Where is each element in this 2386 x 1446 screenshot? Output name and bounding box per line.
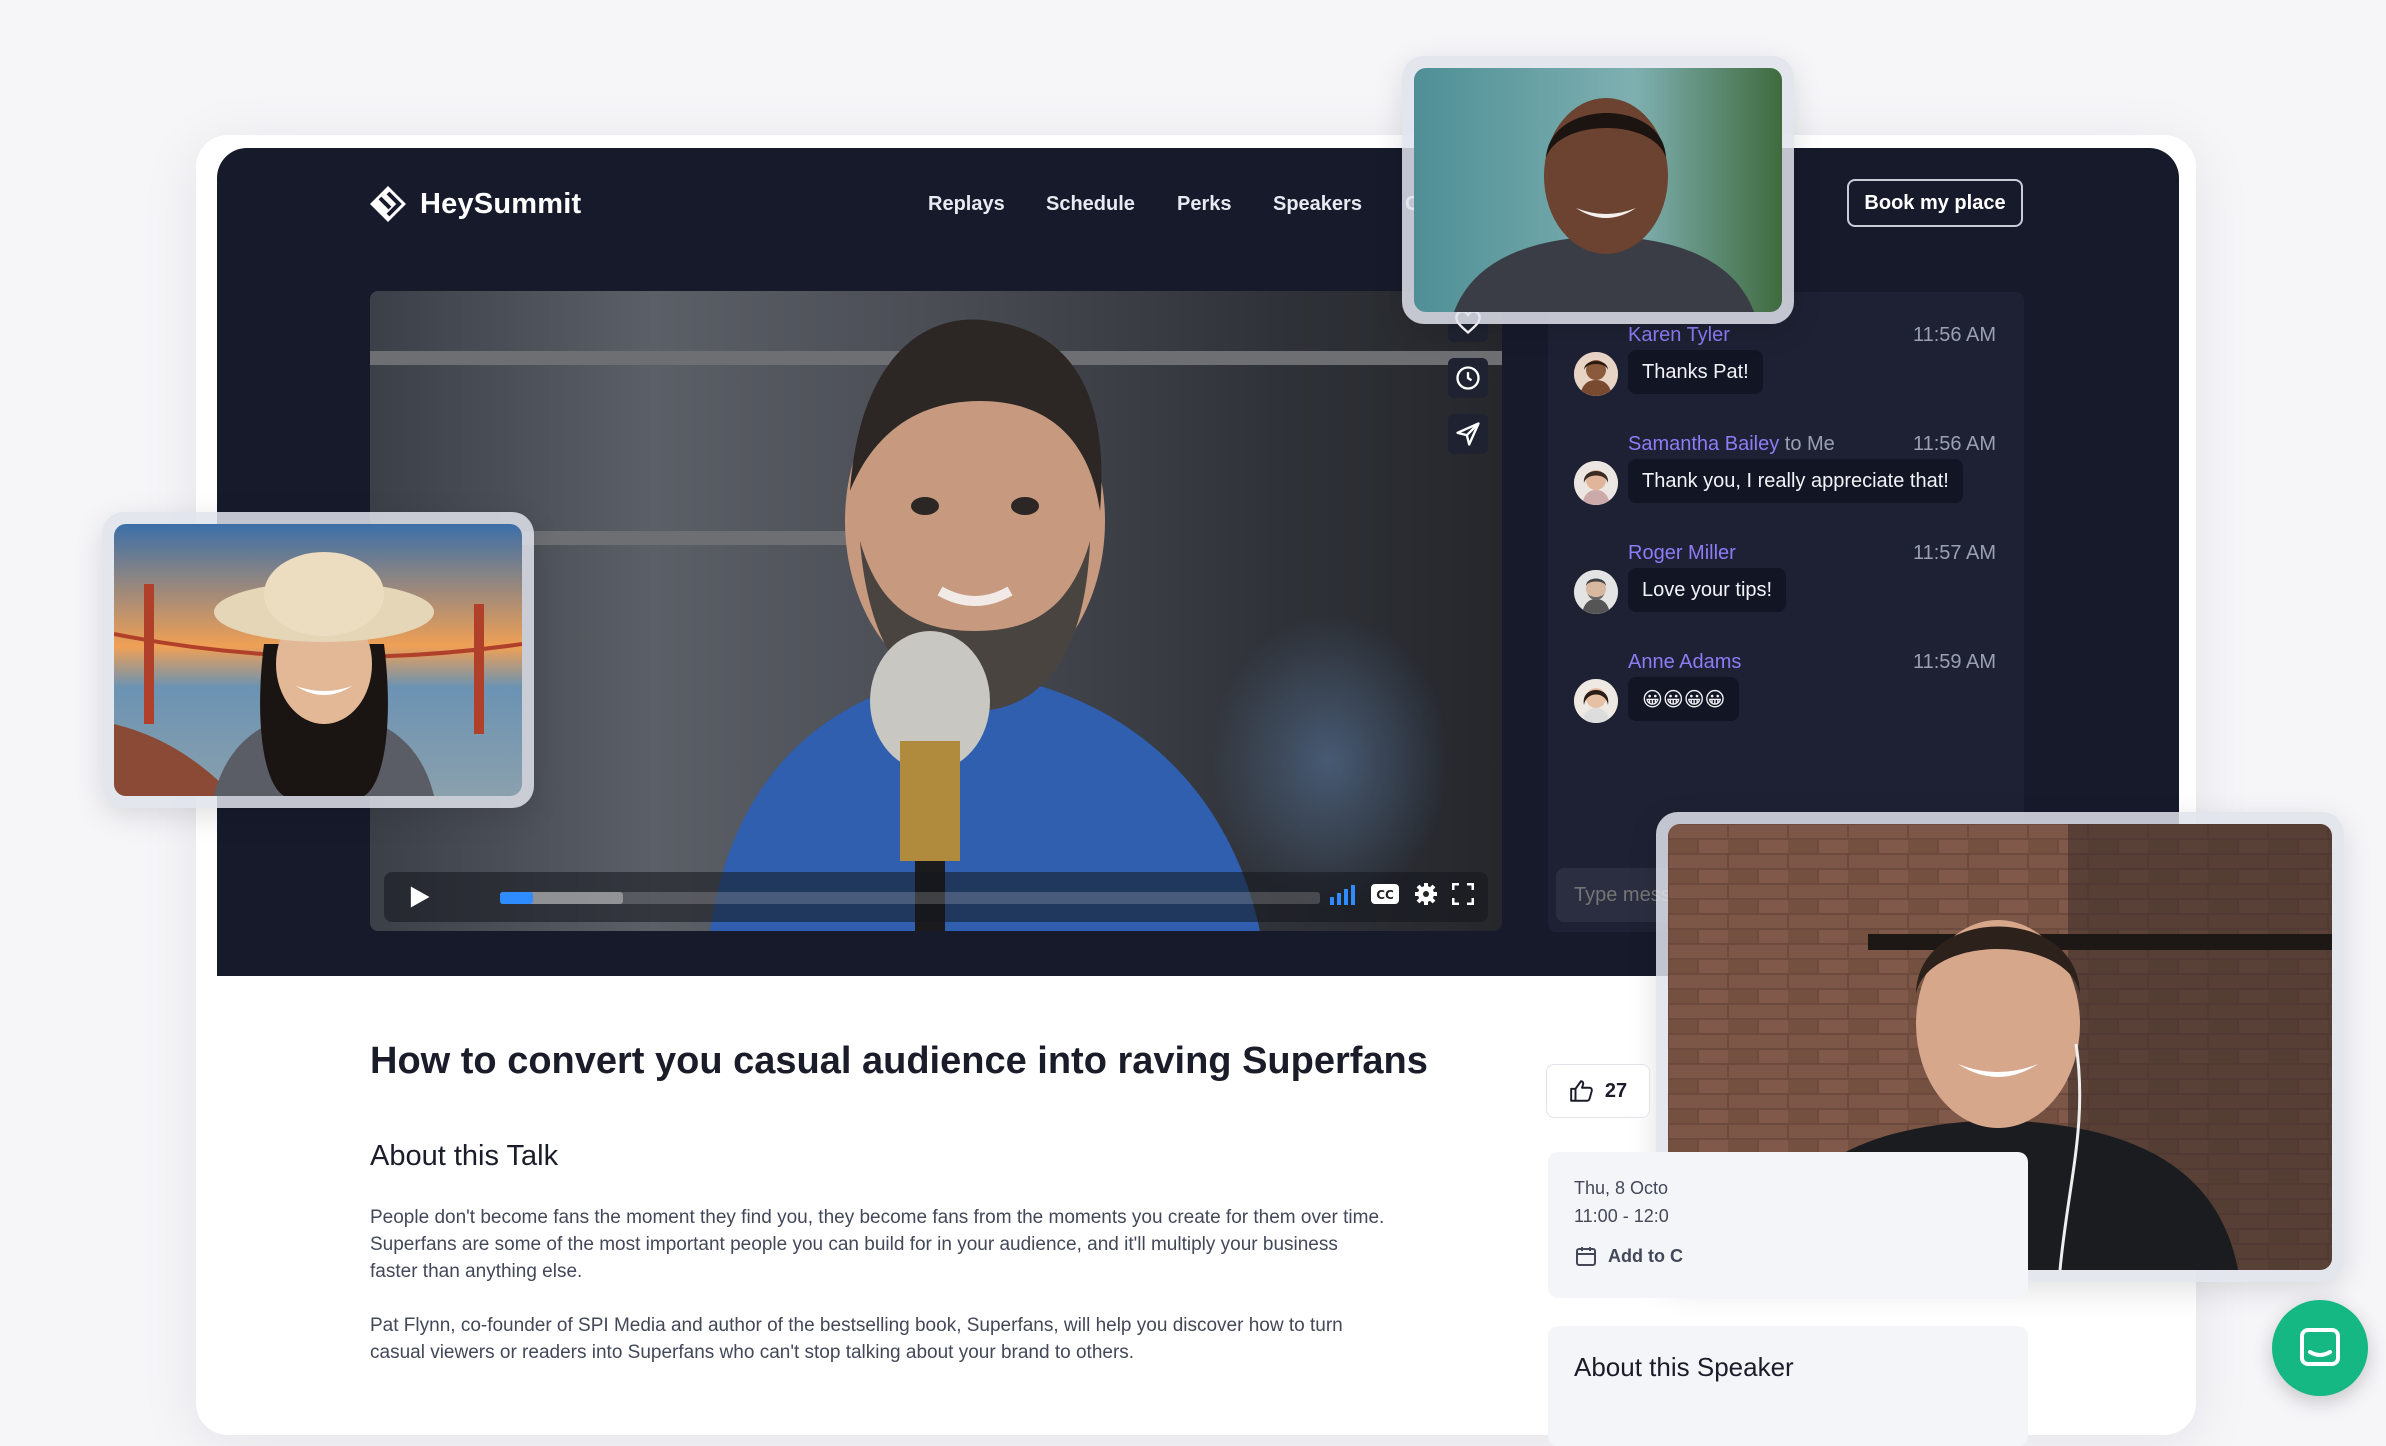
chat-bubble: Thanks Pat! [1628,350,1763,394]
nav-schedule[interactable]: Schedule [1046,189,1135,219]
chat-bubble-emoji: 😀😀😀😀 [1628,677,1740,721]
chat-message: Karen Tyler 11:56 AM Thanks Pat! [1548,324,2024,424]
chat-bubble: Love your tips! [1628,568,1787,612]
chat-message: Roger Miller 11:57 AM Love your tips! [1548,542,2024,642]
talk-description-paragraph: Pat Flynn, co-founder of SPI Media and a… [370,1315,1343,1363]
clock-icon [1456,366,1480,390]
chat-sender-name[interactable]: Roger Miller [1628,542,1736,564]
chat-recipient: to Me [1784,433,1835,455]
like-button[interactable]: 27 [1546,1064,1650,1118]
participant-video [1414,68,1782,312]
calendar-icon [1576,1247,1596,1266]
chat-timestamp: 11:59 AM [1912,651,1996,673]
event-time: 11:00 - 12:0 [1574,1206,1669,1226]
avatar[interactable] [1574,570,1618,614]
chat-timestamp: 11:56 AM [1912,324,1996,346]
participant-video-tile[interactable] [102,512,534,808]
chat-timestamp: 11:57 AM [1912,542,1996,564]
chat-bubble: Thank you, I really appreciate that! [1628,459,1963,503]
participant-video-tile[interactable] [1402,56,1794,324]
play-button[interactable] [384,872,454,922]
brand-logo[interactable]: HeySummit [368,182,581,226]
like-count: 27 [1604,1079,1628,1102]
captions-icon[interactable]: CC [1370,882,1400,906]
nav-speakers[interactable]: Speakers [1273,189,1362,219]
chat-timestamp: 11:56 AM [1912,433,1996,455]
fullscreen-icon[interactable] [1452,883,1474,905]
event-date: Thu, 8 Octo [1574,1178,1669,1198]
avatar[interactable] [1574,679,1618,723]
thumbs-up-icon [1570,1080,1593,1102]
video-controls: CC [384,872,1488,922]
book-my-place-button[interactable]: Book my place [1847,179,2023,227]
about-speaker-heading: About this Speaker [1574,1352,1794,1382]
signal-icon[interactable] [1330,883,1356,905]
chat-sender-name[interactable]: Anne Adams [1628,651,1741,673]
chat-sender-name[interactable]: Samantha Bailey [1628,433,1779,455]
chat-message: Anne Adams 11:59 AM 😀😀😀😀 [1548,651,2024,751]
nav-replays[interactable]: Replays [928,189,1005,219]
talk-title: How to convert you casual audience into … [370,1040,1428,1082]
watch-later-button[interactable] [1448,358,1488,398]
send-icon [1456,422,1480,446]
heysummit-logo-icon [370,186,406,222]
chat-support-button[interactable] [2272,1300,2368,1396]
event-date-card: Thu, 8 Octo 11:00 - 12:0 Add to C [1548,1152,2028,1298]
video-progress-bar[interactable] [500,892,1320,904]
play-icon [410,886,430,908]
share-button[interactable] [1448,414,1488,454]
svg-text:CC: CC [1376,888,1394,902]
brand-name: HeySummit [420,187,582,220]
about-speaker-card: About this Speaker [1548,1326,2028,1446]
add-to-calendar-label: Add to C [1608,1245,1683,1266]
add-to-calendar-link[interactable]: Add to C [1574,1244,1683,1268]
talk-description-paragraph: People don't become fans the moment they… [370,1207,1385,1282]
progress-fill [500,892,533,904]
nav-perks[interactable]: Perks [1177,189,1232,219]
settings-gear-icon[interactable] [1414,882,1438,906]
main-video[interactable] [370,291,1502,931]
chat-bubble-icon [2300,1328,2340,1366]
avatar[interactable] [1574,461,1618,505]
avatar[interactable] [1574,352,1618,396]
chat-message: Samantha Bailey to Me 11:56 AM Thank you… [1548,433,2024,533]
participant-video [114,524,522,796]
chat-sender-name[interactable]: Karen Tyler [1628,324,1730,346]
about-talk-heading: About this Talk [370,1140,559,1172]
